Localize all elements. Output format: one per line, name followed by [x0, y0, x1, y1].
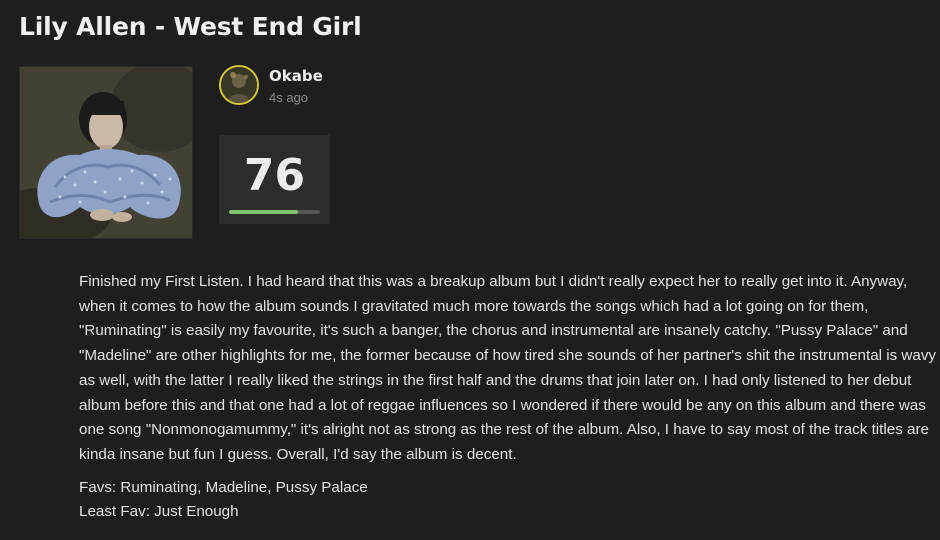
- score-value: 76: [243, 150, 306, 201]
- score-bar-track: [229, 210, 320, 214]
- review-text: Finished my First Listen. I had heard th…: [79, 273, 937, 463]
- least-favorite-track: Least Fav: Just Enough: [79, 503, 239, 521]
- user-avatar[interactable]: [219, 65, 259, 105]
- score-bar-fill: [229, 210, 299, 214]
- score-card: 76: [219, 135, 330, 224]
- favorite-tracks: Favs: Ruminating, Madeline, Pussy Palace: [79, 478, 368, 496]
- review-timestamp: 4s ago: [269, 90, 309, 105]
- username-link[interactable]: Okabe: [269, 67, 323, 85]
- album-cover-image[interactable]: [19, 66, 193, 239]
- review-content: Finished my First Listen. I had heard th…: [79, 270, 940, 525]
- page-title: Lily Allen - West End Girl: [19, 12, 362, 41]
